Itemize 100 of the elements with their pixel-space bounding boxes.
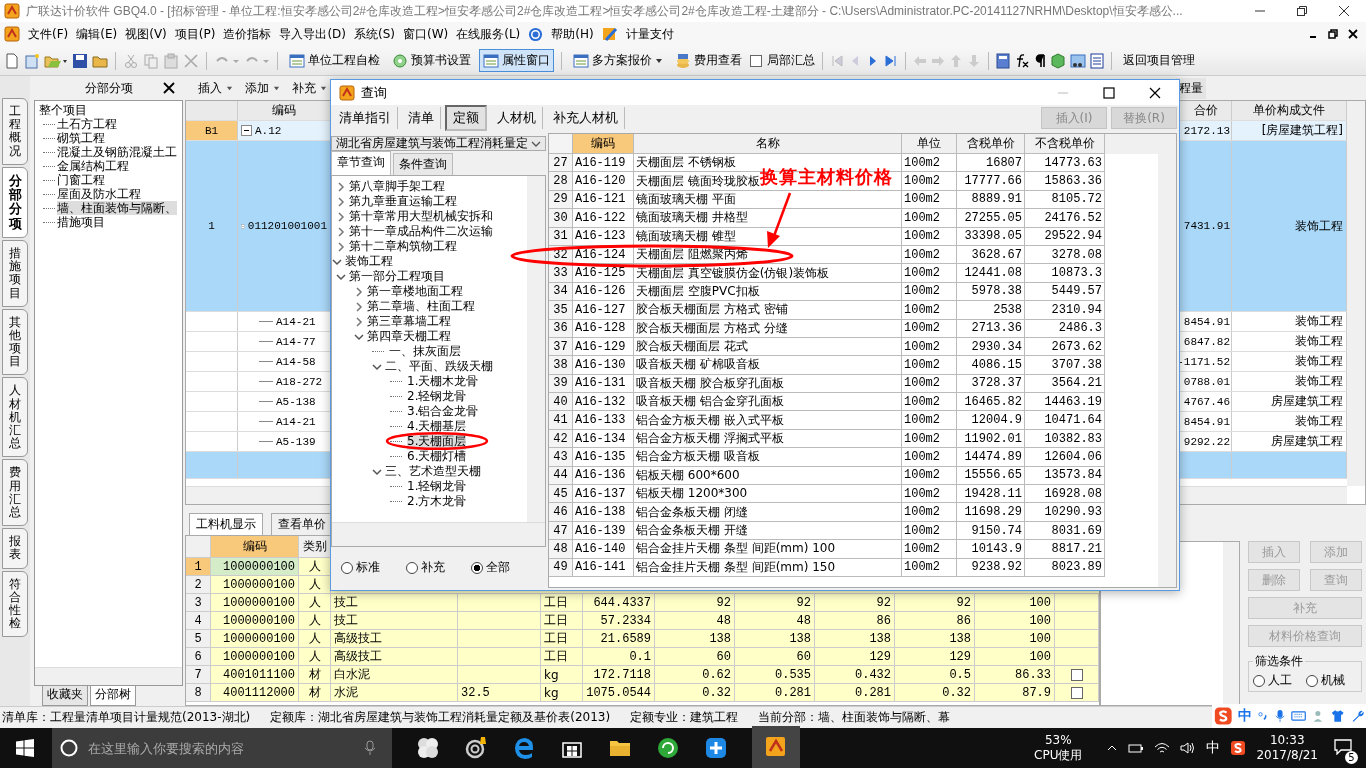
side-tab[interactable]: 人材机汇总 (2, 377, 28, 458)
tab[interactable]: 条件查询 (393, 153, 453, 175)
collapsed-chevron-icon[interactable] (354, 301, 364, 312)
tree-item[interactable]: 第三章幕墙工程 (367, 313, 451, 330)
checkbox[interactable] (1070, 686, 1083, 699)
last-page-icon[interactable] (884, 53, 898, 68)
collapsed-chevron-icon[interactable] (336, 226, 346, 237)
toolbar-button[interactable]: 预算书设置 (388, 49, 475, 72)
toolbar-button[interactable]: 费用查看 (671, 49, 746, 72)
tree-item[interactable]: 第八章脚手架工程 (349, 178, 445, 195)
tree-item[interactable]: 金属结构工程 (57, 159, 129, 173)
close-icon[interactable] (1149, 86, 1161, 99)
menu-item[interactable]: 窗口(W) (403, 25, 449, 43)
notification-icon[interactable] (1334, 738, 1352, 755)
wifi-icon[interactable] (1154, 741, 1171, 755)
tree-item[interactable]: 第十一章成品构件二次运输 (349, 223, 493, 240)
expanded-chevron-icon[interactable] (372, 361, 382, 372)
speaker-icon[interactable] (1180, 741, 1197, 755)
tree-item[interactable]: 二、平面、跌级天棚 (385, 358, 493, 375)
menu-item[interactable]: 编辑(E) (76, 25, 118, 43)
horizontal-scrollbar[interactable] (35, 667, 182, 685)
tree-item[interactable]: 第四章天棚工程 (367, 328, 451, 345)
tree-item[interactable]: 1.轻钢龙骨 (407, 478, 467, 495)
tree-item[interactable]: 措施项目 (57, 215, 105, 229)
menu-item[interactable]: 帮助(H) (551, 25, 594, 43)
column-header[interactable]: 不含税单价 (1025, 134, 1105, 154)
tree-item[interactable]: 第十章常用大型机械安拆和 (349, 208, 493, 225)
menu-item[interactable]: 计量支付 (625, 25, 674, 43)
browser-icon[interactable] (512, 736, 536, 760)
tab[interactable]: 查看单价 (271, 513, 333, 535)
vertical-scrollbar[interactable] (1223, 542, 1239, 705)
tree-item[interactable]: 砌筑工程 (57, 131, 105, 145)
close-icon[interactable] (1338, 5, 1350, 17)
tree-item[interactable]: 三、艺术造型天棚 (385, 463, 481, 480)
tree-item[interactable]: 3.铝合金龙骨 (407, 403, 479, 420)
tree-item[interactable]: 土石方工程 (57, 117, 117, 131)
collapsed-chevron-icon[interactable] (336, 181, 346, 192)
column-header[interactable]: 名称 (634, 134, 902, 154)
tab[interactable]: 清单指引 (333, 107, 398, 129)
column-header[interactable]: 含税单价 (957, 134, 1025, 154)
expanded-chevron-icon[interactable] (372, 466, 382, 477)
tree-item[interactable]: 整个项目 (37, 103, 180, 117)
tree-item[interactable]: 2.轻钢龙骨 (407, 388, 467, 405)
battery-icon[interactable] (1128, 742, 1145, 754)
tree-item[interactable]: 第十二章构筑物工程 (349, 238, 457, 255)
maximize-icon[interactable] (1103, 86, 1115, 99)
column-header[interactable]: 编码 (573, 134, 634, 154)
caret-icon[interactable] (655, 56, 663, 65)
keyboard-icon[interactable] (1290, 710, 1306, 722)
tab[interactable]: 清单 (402, 107, 441, 129)
radio-button[interactable]: 全部 (471, 559, 510, 576)
side-tab[interactable]: 措施项目 (2, 239, 28, 307)
column-header[interactable]: 单位 (902, 134, 957, 154)
function-icon[interactable] (1014, 52, 1030, 69)
return-button[interactable]: 返回项目管理 (1119, 49, 1199, 72)
column-header[interactable]: 编码 (211, 536, 299, 557)
tree-item[interactable]: 门窗工程 (57, 173, 105, 187)
side-tab[interactable]: 工程概况 (2, 98, 28, 165)
microphone-icon[interactable] (1274, 708, 1285, 724)
dropdown-button[interactable]: 补充 (289, 78, 330, 98)
punctuation-icon[interactable] (1258, 709, 1269, 723)
collapsed-chevron-icon[interactable] (336, 196, 346, 207)
side-tab[interactable]: 其他项目 (2, 308, 28, 376)
tree-item[interactable]: 2.方木龙骨 (407, 493, 467, 510)
new-document-icon[interactable] (4, 52, 20, 69)
dropdown-button[interactable]: 插入 (195, 78, 236, 98)
tree-item[interactable]: 第一章楼地面工程 (367, 283, 463, 300)
expanded-chevron-icon[interactable] (332, 256, 342, 267)
plus-icon[interactable] (704, 736, 728, 760)
restore-icon[interactable] (1296, 5, 1308, 17)
cube-icon[interactable] (1050, 52, 1066, 69)
checkbox[interactable]: 局部汇总 (750, 52, 815, 69)
swirl-icon[interactable] (464, 736, 488, 760)
tree-item[interactable]: 6.天棚灯槽 (407, 448, 467, 465)
search-box[interactable]: 在这里输入你要搜索的内容 (52, 728, 392, 768)
tree-item[interactable]: 第九章垂直运输工程 (349, 193, 457, 210)
radio-button[interactable]: 人工 (1253, 672, 1292, 689)
expanded-chevron-icon[interactable] (336, 271, 346, 282)
microphone-icon[interactable] (364, 740, 376, 756)
radio-button[interactable]: 补充 (406, 559, 445, 576)
radio-button[interactable]: 机械 (1306, 672, 1345, 689)
pinwheel-icon[interactable] (416, 736, 440, 760)
vertical-scrollbar[interactable] (1158, 134, 1176, 587)
library-dropdown[interactable]: 湖北省房屋建筑与装饰工程消耗量定 (331, 136, 546, 151)
menu-item[interactable]: 系统(S) (354, 25, 395, 43)
panel-tab[interactable]: 收藏夹 (42, 686, 88, 706)
calculator-icon[interactable] (996, 52, 1010, 69)
tab[interactable]: 补充人材机 (547, 107, 625, 129)
menu-item[interactable]: 项目(P) (174, 25, 216, 43)
close-icon[interactable] (1348, 29, 1358, 39)
new-file-icon[interactable] (24, 52, 40, 69)
collapsed-chevron-icon[interactable] (354, 286, 364, 297)
search-field[interactable]: 在这里输入你要搜索的内容 (86, 739, 356, 757)
restore-icon[interactable] (1328, 29, 1338, 39)
close-icon[interactable] (163, 82, 175, 94)
tab[interactable]: 工料机显示 (189, 513, 263, 535)
tree-item[interactable]: 第一部分工程项目 (349, 268, 445, 285)
side-tab[interactable]: 费用汇总 (2, 459, 28, 527)
tree-item[interactable]: 墙、柱面装饰与隔断、 (57, 201, 177, 215)
pilcrow-icon[interactable] (1034, 52, 1046, 69)
